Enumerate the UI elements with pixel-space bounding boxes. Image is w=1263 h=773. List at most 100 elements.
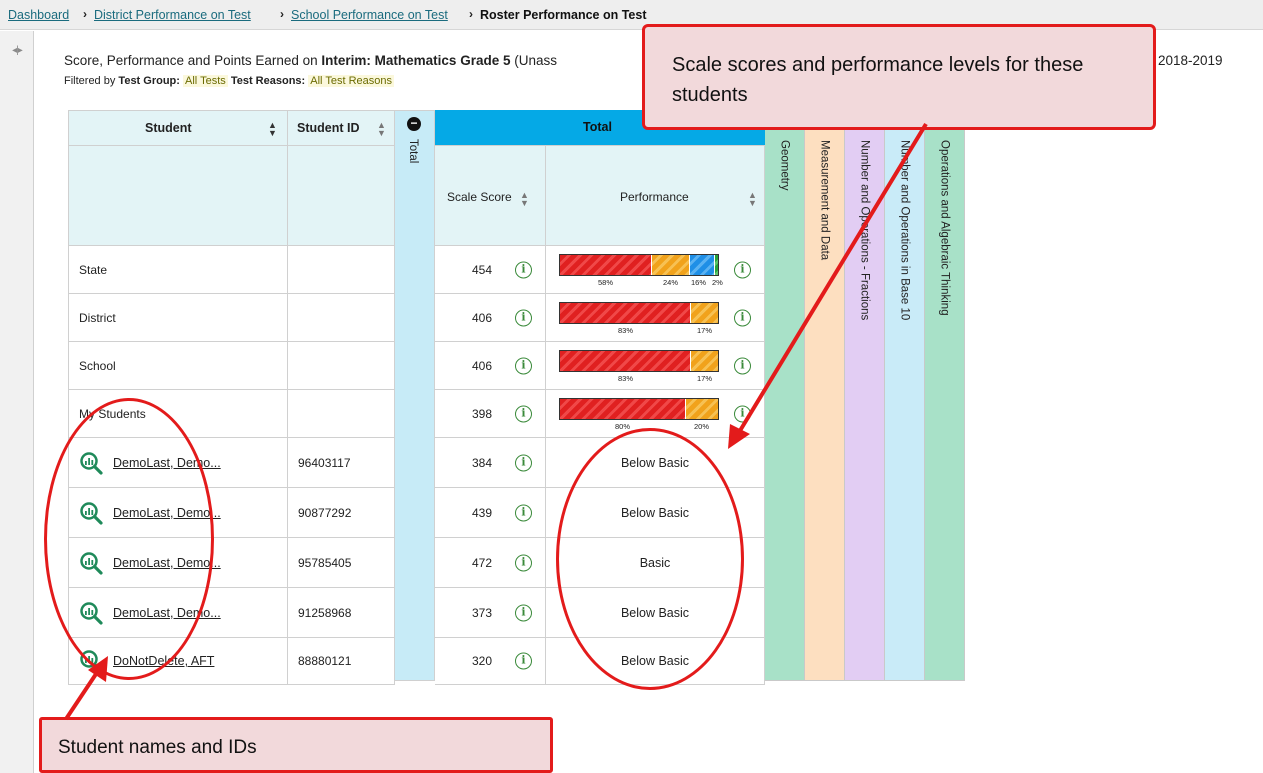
performance-segment — [715, 255, 718, 275]
info-icon[interactable]: i — [734, 309, 751, 326]
performance-segment — [690, 255, 715, 275]
report-title-suffix: (Unass — [510, 53, 557, 68]
percent-label: 83% — [618, 374, 634, 383]
performance-segment — [691, 351, 718, 371]
performance-header-label: Performance — [620, 190, 689, 204]
aggregate-label: School — [79, 358, 116, 373]
percent-label: 20% — [694, 422, 710, 431]
student-id-value: 95785405 — [298, 555, 352, 570]
percent-label: 17% — [697, 374, 713, 383]
info-icon[interactable]: i — [515, 604, 532, 621]
info-icon[interactable]: i — [515, 357, 532, 374]
aggregate-scale-score-cell: 454 i — [435, 246, 546, 294]
sort-icon[interactable]: ▲ ▼ — [377, 121, 386, 138]
info-icon[interactable]: i — [515, 261, 532, 278]
performance-distribution-bar — [559, 398, 719, 420]
student-id-subheader — [288, 146, 395, 246]
performance-distribution-bar — [559, 350, 719, 372]
collapse-panel-icon[interactable]: ◂|▸ — [7, 45, 27, 61]
performance-segment — [560, 255, 652, 275]
scale-score-value: 384 — [472, 455, 493, 470]
student-id-cell: 88880121 — [288, 638, 395, 685]
performance-distribution-bar — [559, 254, 719, 276]
filter-summary: Filtered by Test Group: All Tests Test R… — [64, 75, 394, 87]
scale-score-value: 472 — [472, 555, 493, 570]
percent-label: 24% — [663, 278, 679, 287]
claim-base-ten-column[interactable]: Number and Operations in Base 10 — [885, 130, 925, 681]
info-icon[interactable]: i — [515, 652, 532, 670]
percent-label: 83% — [618, 326, 634, 335]
filtered-by-label: Filtered by — [64, 75, 116, 87]
info-icon[interactable]: i — [515, 504, 532, 521]
claim-label: Measurement and Data — [818, 140, 831, 261]
scale-score-value: 454 — [472, 262, 493, 277]
scale-score-value: 320 — [472, 654, 493, 668]
aggregate-row-label-cell: State — [68, 246, 288, 294]
scale-score-value: 406 — [472, 358, 493, 373]
info-icon[interactable]: i — [515, 554, 532, 571]
aggregate-performance-cell: 83% 17% i — [546, 342, 765, 390]
scale-score-column-header[interactable]: Scale Score ▲ ▼ — [435, 146, 546, 246]
info-icon[interactable]: i — [734, 261, 751, 278]
report-title-prefix: Score, Performance and Points Earned on — [64, 53, 322, 68]
info-icon[interactable]: i — [734, 405, 751, 422]
breadcrumb-school-link[interactable]: School Performance on Test — [291, 8, 448, 22]
student-id-value: 90877292 — [298, 505, 352, 520]
performance-distribution-bar — [559, 302, 719, 324]
sort-asc-icon[interactable]: ▲ ▼ — [268, 121, 277, 138]
student-scale-score-cell: 472 i — [435, 538, 546, 588]
percent-label: 2% — [712, 278, 723, 287]
performance-column-header[interactable]: Performance ▲ ▼ — [546, 146, 765, 246]
performance-segment — [560, 399, 686, 419]
aggregate-id-cell — [288, 342, 395, 390]
claim-geometry-column[interactable]: Geometry — [765, 130, 805, 681]
filter-group-value: All Tests — [183, 75, 228, 87]
info-icon[interactable]: i — [515, 405, 532, 422]
claim-algebraic-column[interactable]: Operations and Algebraic Thinking — [925, 130, 965, 681]
percent-label: 16% — [691, 278, 707, 287]
report-title: Score, Performance and Points Earned on … — [64, 53, 557, 68]
aggregate-performance-cell: 83% 17% i — [546, 294, 765, 342]
aggregate-performance-cell: 58% 24% 16% 2% i — [546, 246, 765, 294]
aggregate-scale-score-cell: 406 i — [435, 294, 546, 342]
claim-measurement-column[interactable]: Measurement and Data — [805, 130, 845, 681]
collapse-minus-icon[interactable]: − — [407, 117, 421, 131]
aggregate-label: District — [79, 310, 116, 325]
scale-score-value: 439 — [472, 505, 493, 520]
filter-reasons-value: All Test Reasons — [308, 75, 394, 87]
performance-segment — [691, 303, 718, 323]
student-scale-score-cell: 320 i — [435, 638, 546, 685]
aggregate-row-label-cell: School — [68, 342, 288, 390]
student-id-value: 96403117 — [298, 455, 351, 470]
student-id-value: 91258968 — [298, 605, 352, 620]
student-id-column-header[interactable]: Student ID ▲ ▼ — [288, 110, 395, 146]
student-id-header-label: Student ID — [297, 121, 360, 135]
claim-label: Number and Operations - Fractions — [858, 140, 871, 321]
callout-scale-scores: Scale scores and performance levels for … — [642, 24, 1156, 130]
breadcrumb-district-link[interactable]: District Performance on Test — [94, 8, 251, 22]
student-subheader — [68, 146, 288, 246]
student-column-header[interactable]: Student ▲ ▼ — [68, 110, 288, 146]
performance-highlight-ellipse — [556, 428, 744, 690]
sort-icon[interactable]: ▲ ▼ — [748, 191, 757, 208]
aggregate-scale-score-cell: 398 i — [435, 390, 546, 438]
performance-segment — [560, 351, 691, 371]
breadcrumb-chevron-icon: › — [83, 7, 87, 21]
sort-icon[interactable]: ▲ ▼ — [520, 191, 529, 208]
aggregate-id-cell — [288, 294, 395, 342]
report-test-name: Interim: Mathematics Grade 5 — [321, 53, 511, 68]
scale-score-value: 406 — [472, 310, 493, 325]
student-scale-score-cell: 384 i — [435, 438, 546, 488]
claim-fractions-column[interactable]: Number and Operations - Fractions — [845, 130, 885, 681]
percent-label: 58% — [598, 278, 614, 287]
left-rail: ◂|▸ — [0, 31, 34, 773]
aggregate-row-label-cell: District — [68, 294, 288, 342]
total-group-label: Total — [583, 120, 612, 134]
claim-label: Operations and Algebraic Thinking — [938, 140, 951, 316]
student-scale-score-cell: 439 i — [435, 488, 546, 538]
breadcrumb-dashboard-link[interactable]: Dashboard — [8, 8, 69, 22]
info-icon[interactable]: i — [734, 357, 751, 374]
info-icon[interactable]: i — [515, 454, 532, 471]
total-vertical-label: Total — [407, 139, 419, 164]
info-icon[interactable]: i — [515, 309, 532, 326]
